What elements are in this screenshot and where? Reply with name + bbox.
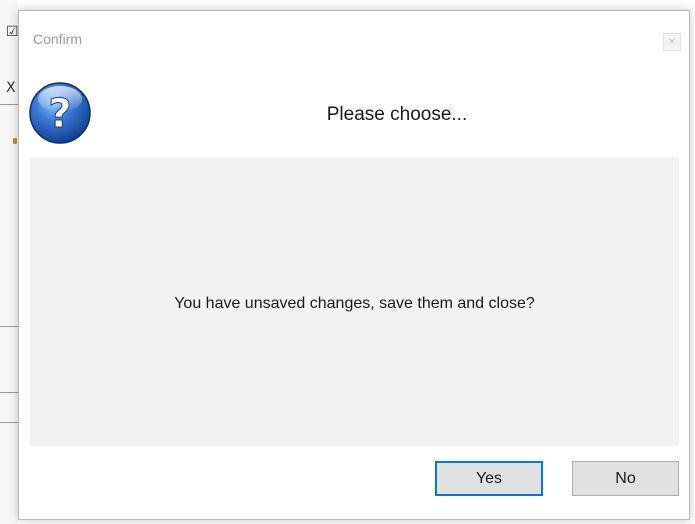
- background-divider: [0, 422, 18, 423]
- background-checkbox-icon: ☑: [6, 24, 19, 40]
- background-divider: [0, 104, 18, 105]
- background-divider: [0, 326, 18, 327]
- question-icon: ?: [29, 82, 91, 144]
- yes-button[interactable]: Yes: [435, 461, 543, 496]
- close-icon: ×: [668, 37, 676, 47]
- svg-text:?: ?: [48, 91, 71, 137]
- no-button[interactable]: No: [572, 461, 679, 496]
- background-side-strip: ☑ X: [0, 0, 19, 524]
- confirm-dialog: Confirm × ? Please choose... You have un…: [18, 10, 690, 520]
- dialog-heading: Please choose...: [326, 104, 468, 125]
- message-panel: You have unsaved changes, save them and …: [30, 157, 679, 446]
- dialog-title: Confirm: [33, 31, 83, 47]
- dialog-message: You have unsaved changes, save them and …: [174, 295, 535, 312]
- background-close-x-icon: X: [6, 80, 16, 96]
- background-marker-icon: [13, 138, 17, 144]
- close-button[interactable]: ×: [663, 33, 681, 51]
- background-divider: [0, 392, 18, 393]
- dialog-titlebar[interactable]: Confirm ×: [19, 11, 689, 51]
